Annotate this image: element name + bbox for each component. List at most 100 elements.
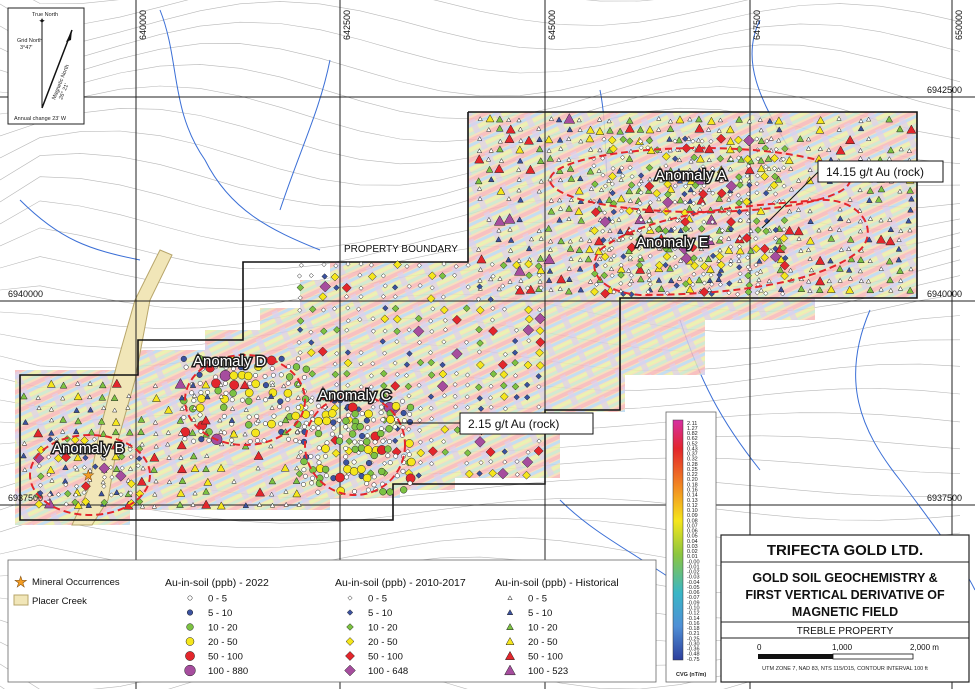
sample-circle — [222, 381, 228, 386]
legend-item-label: 100 - 523 — [528, 666, 568, 677]
sample-circle — [189, 390, 195, 396]
sample-circle — [372, 439, 378, 445]
sample-circle — [302, 365, 310, 373]
legend-item-label: 20 - 50 — [368, 637, 398, 648]
sample-circle — [301, 467, 307, 473]
sample-circle — [251, 428, 260, 438]
sample-circle — [263, 397, 269, 403]
easting-label: 645000 — [547, 10, 557, 40]
sample-circle — [391, 401, 401, 411]
sample-circle — [343, 424, 349, 430]
sample-circle — [406, 418, 414, 426]
easting-label: 647500 — [752, 10, 762, 40]
sample-circle — [253, 372, 259, 378]
sample-circle — [182, 436, 188, 442]
sample-circle — [285, 380, 291, 386]
sample-circle — [384, 445, 392, 453]
sample-circle — [400, 468, 406, 474]
sample-circle — [251, 379, 260, 389]
sample-circle — [278, 372, 284, 378]
sample-circle — [371, 417, 376, 423]
sample-circle — [245, 421, 253, 429]
sample-circle — [336, 417, 342, 423]
sample-circle — [323, 473, 329, 479]
sample-circle — [321, 444, 330, 453]
legend-item-label: 10 - 20 — [368, 623, 398, 634]
sample-circle — [316, 403, 322, 409]
sample-circle — [380, 417, 386, 423]
company-name: TRIFECTA GOLD LTD. — [767, 542, 923, 559]
sample-circle — [240, 397, 245, 403]
sample-circle — [285, 373, 294, 381]
mineral-occurrence-star: ★ — [82, 467, 95, 483]
sample-circle — [310, 475, 315, 481]
sample-circle — [185, 651, 195, 661]
sample-circle — [308, 453, 314, 459]
sample-circle — [223, 390, 229, 396]
sample-circle — [385, 453, 391, 459]
sample-circle — [244, 388, 254, 398]
sample-circle — [378, 467, 386, 476]
sample-circle — [247, 439, 253, 444]
sample-circle — [356, 422, 364, 431]
sample-circle — [351, 410, 359, 418]
sample-circle — [357, 465, 366, 474]
sample-circle — [330, 419, 337, 426]
sample-circle — [180, 355, 187, 362]
sample-circle — [187, 595, 193, 601]
sample-circle — [309, 480, 315, 486]
sample-circle — [262, 421, 268, 427]
legend-item-label: 10 - 20 — [528, 623, 558, 634]
sample-circle — [186, 623, 194, 631]
easting-label: 640000 — [138, 10, 148, 40]
project-name: TREBLE PROPERTY — [797, 626, 894, 637]
map-canvas: 640000 642500 645000 647500 650000 69425… — [0, 0, 975, 694]
sample-circle — [322, 416, 331, 426]
sample-circle — [269, 366, 275, 372]
sample-circle — [254, 438, 260, 444]
sample-circle — [245, 397, 253, 405]
sample-circle — [406, 452, 412, 458]
sample-circle — [293, 438, 299, 443]
sample-circle — [183, 364, 189, 370]
sample-circle — [328, 409, 337, 418]
scale-label-1000: 1,000 — [832, 643, 853, 652]
sample-circle — [335, 472, 345, 483]
sample-circle — [229, 380, 239, 390]
callout-rock-sample: 2.15 g/t Au (rock) — [468, 417, 559, 431]
sample-circle — [371, 482, 377, 488]
sample-circle — [267, 419, 276, 429]
sample-circle — [386, 415, 395, 424]
sample-circle — [352, 489, 357, 494]
colorbar-ramp — [672, 419, 684, 661]
map-title-line1: GOLD SOIL GEOCHEMISTRY & — [752, 571, 937, 585]
sample-circle — [229, 397, 235, 403]
sample-circle — [219, 369, 232, 382]
sample-circle — [246, 414, 252, 420]
sample-circle — [271, 413, 277, 419]
sample-circle — [377, 429, 385, 438]
sample-circle — [331, 425, 337, 431]
sample-circle — [244, 371, 253, 381]
sample-circle — [191, 398, 197, 404]
sample-circle — [301, 481, 306, 487]
sample-circle — [379, 488, 387, 496]
sample-circle — [351, 445, 359, 453]
anomaly-label: Anomaly A — [655, 167, 727, 184]
sample-circle — [308, 398, 314, 404]
sample-circle — [300, 457, 308, 466]
sample-circle — [400, 398, 405, 404]
sample-circle — [387, 460, 393, 466]
sample-circle — [295, 356, 301, 362]
grid-north-angle: 3°47' — [20, 45, 32, 51]
legend-item-label: 100 - 880 — [208, 666, 248, 677]
sample-circle — [364, 433, 370, 439]
sample-circle — [316, 460, 322, 466]
sample-circle — [205, 389, 211, 395]
sample-circle — [359, 432, 366, 440]
sample-circle — [380, 438, 386, 444]
colorbar-tick-label: -0.75 — [687, 657, 700, 663]
easting-label: 650000 — [954, 10, 964, 40]
anomaly-label: Anomaly C — [318, 387, 392, 404]
sample-circle — [229, 371, 238, 380]
